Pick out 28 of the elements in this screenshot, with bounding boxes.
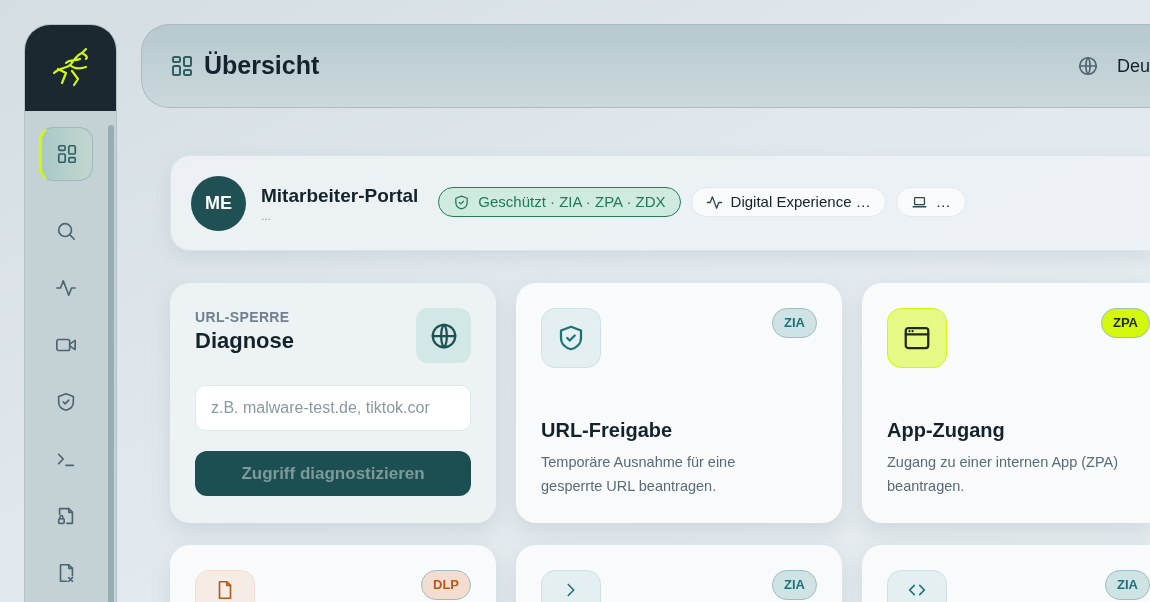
service-badge: ZPA <box>1100 308 1150 338</box>
portal-subtitle: … <box>261 210 272 225</box>
sidebar-nav-button[interactable] <box>38 127 93 181</box>
page-title: Übersicht <box>204 50 320 82</box>
info-chip: … <box>895 187 966 217</box>
url-input-field[interactable]: z.B. malware-test.de, tiktok.cor <box>195 385 471 431</box>
dashboard-icon <box>55 143 78 165</box>
card-description: Temporäre Ausnahme für eine gesperrte URL beantragen. <box>541 453 737 496</box>
scrollbar[interactable] <box>108 125 114 602</box>
service-badge: ZIA <box>1105 570 1150 600</box>
portal-name: Mitarbeiter-Portal <box>261 183 419 208</box>
service-badge: ZIA <box>772 308 817 338</box>
card-title: URL-Freigabe <box>541 418 674 443</box>
service-badge: ZIA <box>772 570 817 600</box>
globe-icon[interactable] <box>1076 55 1099 77</box>
status-badge: Geschützt · ZIA · ZPA · ZDX <box>438 187 681 217</box>
service-badge: DLP <box>421 570 471 600</box>
info-chip: Digital Experience … <box>690 187 886 217</box>
language-selector[interactable]: Deu <box>1116 52 1150 80</box>
avatar: ME <box>191 175 246 231</box>
card-title: Diagnose <box>195 327 295 355</box>
pulse-icon <box>54 277 77 299</box>
card-title: App-Zugang <box>887 418 1006 443</box>
dashboard-icon <box>170 54 194 78</box>
pulse-icon <box>705 193 723 211</box>
eyebrow-label: URL-SPERRE <box>195 308 291 326</box>
card-description: Zugang zu einer internen App (ZPA) beantragen. <box>887 453 1120 496</box>
shield-check-icon <box>453 193 471 211</box>
